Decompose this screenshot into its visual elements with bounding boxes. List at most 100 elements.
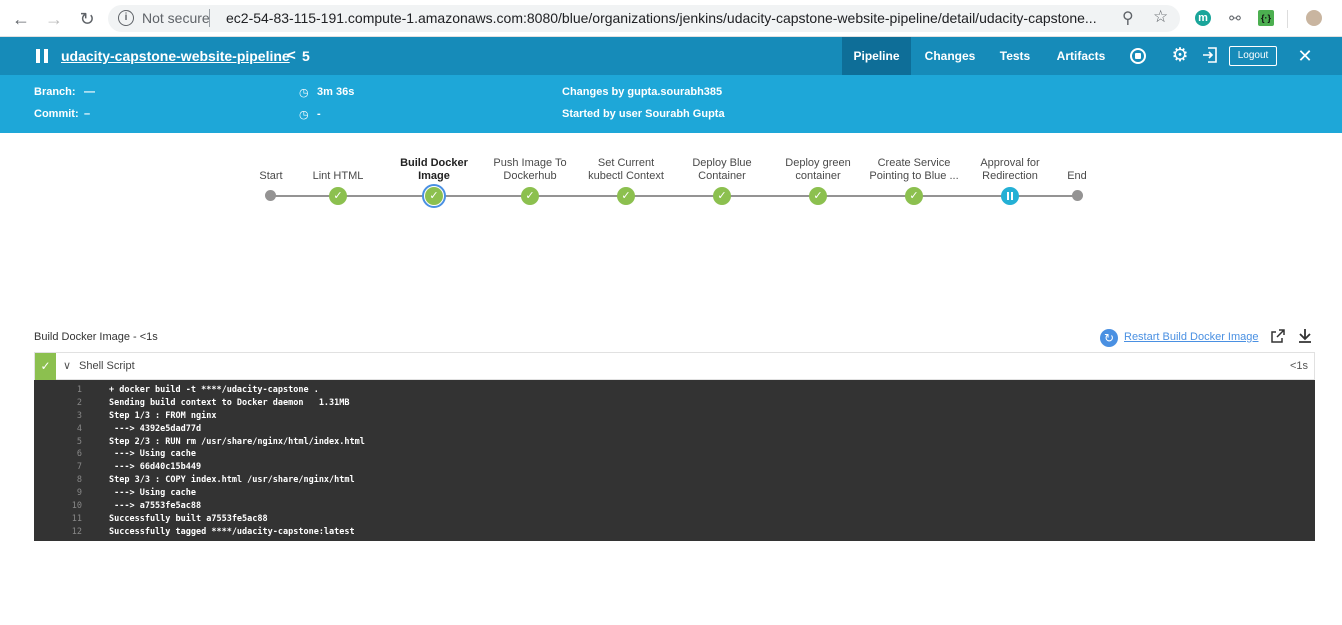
bookmark-star-icon[interactable]: ☆ <box>1153 7 1168 27</box>
log-text: ---> a7553fe5ac88 <box>109 501 202 512</box>
line-number[interactable]: 9 <box>58 487 82 500</box>
log-text: ---> Using cache <box>109 488 196 499</box>
log-text: + docker build -t ****/udacity-capstone … <box>109 385 319 395</box>
log-line: 11 Successfully built a7553fe5ac88 <box>34 513 1315 526</box>
log-line: 12 Successfully tagged ****/udacity-capst… <box>34 526 1315 539</box>
line-number[interactable]: 7 <box>58 461 82 474</box>
line-number[interactable]: 3 <box>58 410 82 423</box>
log-text: ---> 66d40c15b449 <box>109 462 202 473</box>
tab-changes[interactable]: Changes <box>919 37 981 75</box>
step-row[interactable]: ✓ ∨ Shell Script <1s <box>34 352 1315 380</box>
step-title: Build Docker Image - <1s <box>34 331 158 343</box>
line-number[interactable]: 8 <box>58 474 82 487</box>
line-number[interactable]: 11 <box>58 513 82 526</box>
open-external-icon[interactable] <box>1270 328 1286 348</box>
info-icon[interactable]: i <box>118 10 134 26</box>
tab-pipeline[interactable]: Pipeline <box>842 37 911 75</box>
run-number: 5 <box>302 48 310 64</box>
line-number[interactable]: 1 <box>58 384 82 397</box>
line-number[interactable]: 5 <box>58 436 82 449</box>
log-text: Step 1/3 : FROM nginx <box>109 410 217 421</box>
stage-label-deploy-green: Deploy green container <box>785 157 851 182</box>
reload-icon[interactable]: ↻ <box>76 8 98 30</box>
stage-label-end: End <box>1067 170 1087 182</box>
stage-node-end[interactable] <box>1072 190 1083 201</box>
address-bar[interactable]: i Not secure ec2-54-83-115-191.compute-1… <box>108 5 1180 32</box>
logout-button[interactable]: Logout <box>1229 46 1277 66</box>
line-number[interactable]: 6 <box>58 448 82 461</box>
console-log: 1 + docker build -t ****/udacity-capstone… <box>34 380 1315 541</box>
breadcrumb-separator: < <box>287 47 296 64</box>
stage-node-push-image[interactable]: ✓ <box>521 187 539 205</box>
step-name[interactable]: Shell Script <box>79 360 135 372</box>
changes-text: Changes by gupta.sourabh385 <box>562 86 723 98</box>
stage-node-deploy-green[interactable]: ✓ <box>809 187 827 205</box>
pipeline-graph: Start Lint HTML ✓ Build Docker Image ✓ P… <box>0 133 1342 313</box>
log-line: 8 Step 3/3 : COPY index.html /usr/share/n… <box>34 474 1315 487</box>
tab-tests[interactable]: Tests <box>992 37 1038 75</box>
line-number[interactable]: 10 <box>58 500 82 513</box>
stage-label-lint-html: Lint HTML <box>312 170 364 182</box>
branch-label: Branch: <box>34 86 76 98</box>
stage-label-deploy-blue: Deploy Blue Container <box>692 157 752 182</box>
pipeline-name-link[interactable]: udacity-capstone-website-pipeline <box>61 48 290 64</box>
omnibox-divider <box>209 9 210 27</box>
log-text: Successfully tagged ****/udacity-capston… <box>109 526 355 537</box>
stage-node-approval[interactable] <box>1001 187 1019 205</box>
log-line: 10 ---> a7553fe5ac88 <box>34 500 1315 513</box>
log-line: 7 ---> 66d40c15b449 <box>34 461 1315 474</box>
gear-icon[interactable]: ⚙ <box>1170 44 1190 66</box>
log-text: Sending build context to Docker daemon 1… <box>109 397 350 408</box>
commit-label: Commit: <box>34 108 79 120</box>
stage-node-deploy-blue[interactable]: ✓ <box>713 187 731 205</box>
restart-stage-link[interactable]: Restart Build Docker Image <box>1124 331 1259 343</box>
browser-toolbar: ← → ↻ i Not secure ec2-54-83-115-191.com… <box>0 0 1342 37</box>
duration-value: 3m 36s <box>317 86 355 98</box>
security-indicator[interactable]: Not secure <box>142 10 210 26</box>
log-line: 2 Sending build context to Docker daemon … <box>34 397 1315 410</box>
extension-json-icon[interactable]: {·} <box>1258 10 1274 26</box>
stage-label-build-docker-image: Build Docker Image <box>400 157 468 182</box>
pause-status-icon <box>36 49 50 63</box>
exit-icon[interactable] <box>1200 46 1220 66</box>
line-number[interactable]: 12 <box>58 526 82 539</box>
step-success-icon: ✓ <box>35 353 56 380</box>
line-number[interactable]: 2 <box>58 397 82 410</box>
log-line: 3 Step 1/3 : FROM nginx <box>34 410 1315 423</box>
forward-arrow-icon[interactable]: → <box>43 8 65 30</box>
stopwatch-icon: ◷ <box>299 87 309 99</box>
stage-label-push-image: Push Image To Dockerhub <box>493 157 567 182</box>
log-text: Step 3/3 : COPY index.html /usr/share/ng… <box>109 475 355 486</box>
stage-label-set-kubectl-context: Set Current kubectl Context <box>588 157 664 182</box>
stage-node-build-docker-image[interactable]: ✓ <box>422 184 446 208</box>
stage-label-create-service: Create Service Pointing to Blue ... <box>869 157 959 182</box>
run-info-bar: Branch: — Commit: – ◷ 3m 36s ◷ - Changes… <box>0 75 1342 133</box>
log-line: 4 ---> 4392e5dad77d <box>34 423 1315 436</box>
clock-icon: ◷ <box>299 109 309 121</box>
started-by-text: Started by user Sourabh Gupta <box>562 108 725 120</box>
log-line: 6 ---> Using cache <box>34 448 1315 461</box>
log-text: ---> Using cache <box>109 449 196 460</box>
log-text: ---> 4392e5dad77d <box>109 423 202 434</box>
stop-icon[interactable] <box>1130 48 1146 64</box>
restart-icon[interactable]: ↻ <box>1100 329 1118 347</box>
toolbar-divider <box>1287 10 1288 28</box>
close-icon[interactable]: ✕ <box>1296 46 1314 66</box>
profile-avatar-icon[interactable] <box>1306 10 1322 26</box>
stage-node-lint-html[interactable]: ✓ <box>329 187 347 205</box>
stage-node-create-service[interactable]: ✓ <box>905 187 923 205</box>
stage-node-start[interactable] <box>265 190 276 201</box>
back-arrow-icon[interactable]: ← <box>10 8 32 30</box>
commit-value: – <box>84 108 91 120</box>
extension-bike-icon[interactable]: ⚯ <box>1227 10 1243 26</box>
url-text[interactable]: ec2-54-83-115-191.compute-1.amazonaws.co… <box>226 10 1106 26</box>
line-number[interactable]: 4 <box>58 423 82 436</box>
log-line: 1 + docker build -t ****/udacity-capstone… <box>34 384 1315 397</box>
log-text: Step 2/3 : RUN rm /usr/share/nginx/html/… <box>109 436 365 447</box>
extension-m-icon[interactable]: m <box>1195 10 1211 26</box>
zoom-icon[interactable]: ⚲ <box>1122 8 1134 28</box>
tab-artifacts[interactable]: Artifacts <box>1050 37 1112 75</box>
chevron-down-icon[interactable]: ∨ <box>63 359 71 372</box>
stage-node-set-kubectl-context[interactable]: ✓ <box>617 187 635 205</box>
download-icon[interactable] <box>1297 328 1313 348</box>
